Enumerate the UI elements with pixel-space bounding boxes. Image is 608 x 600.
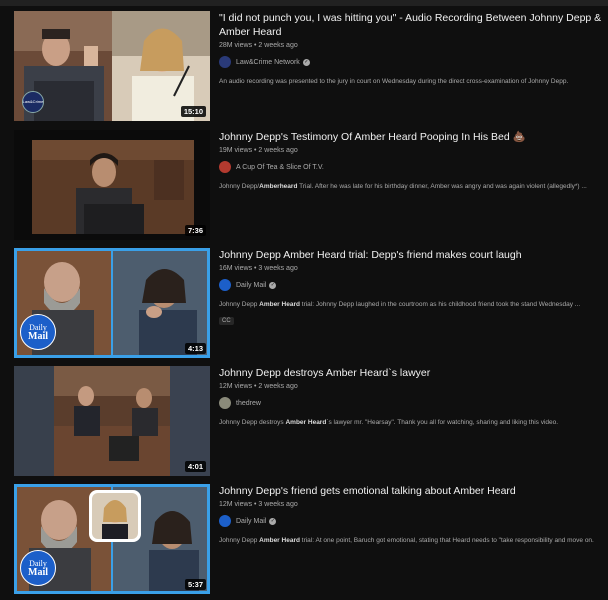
- video-result-5[interactable]: Daily Mail 5:37 Johnny Depp's friend get…: [14, 484, 604, 594]
- check-circle-icon: ✓: [269, 517, 277, 525]
- upload-age: 3 weeks ago: [258, 265, 298, 272]
- description-highlight: Amber Heard: [259, 301, 300, 308]
- channel-row[interactable]: A Cup Of Tea & Slice Of T.V.: [219, 161, 604, 173]
- closed-captions-badge: CC: [219, 317, 234, 325]
- description-highlight: Amber Heard: [285, 419, 327, 426]
- video-description: Johnny Depp Amber Heard trial: Johnny De…: [219, 300, 604, 309]
- thumbnail-image-2: [14, 130, 210, 240]
- video-duration: 5:37: [184, 579, 206, 590]
- video-result-2[interactable]: 7:36 Johnny Depp's Testimony Of Amber He…: [14, 130, 604, 240]
- video-title[interactable]: Johnny Depp Amber Heard trial: Depp's fr…: [219, 248, 604, 262]
- check-circle-icon: ✓: [269, 281, 277, 289]
- video-duration: 15:10: [180, 106, 206, 117]
- video-thumbnail-2[interactable]: 7:36: [14, 130, 210, 240]
- logo-line-2: Mail: [28, 567, 48, 578]
- description-text: Johnny Depp destroys: [219, 419, 286, 426]
- description-text: Johnny Depp: [219, 537, 260, 544]
- video-info-1: "I did not punch you, I was hitting you"…: [219, 11, 604, 86]
- channel-name[interactable]: Daily Mail: [236, 518, 266, 525]
- video-thumbnail-5[interactable]: Daily Mail 5:37: [14, 484, 210, 594]
- video-title[interactable]: Johnny Depp's friend gets emotional talk…: [219, 484, 604, 498]
- channel-row[interactable]: Daily Mail ✓: [219, 279, 604, 291]
- channel-name[interactable]: Daily Mail: [236, 282, 266, 289]
- video-result-3[interactable]: Daily Mail 4:13 Johnny Depp Amber Heard …: [14, 248, 604, 358]
- upload-age: 2 weeks ago: [258, 42, 298, 49]
- description-text: `s lawyer mr. "Hearsay". Thank you all f…: [326, 419, 559, 426]
- channel-avatar[interactable]: [219, 56, 231, 68]
- view-count: 19M views: [219, 147, 253, 154]
- video-title[interactable]: Johnny Depp destroys Amber Heard`s lawye…: [219, 366, 604, 380]
- description-text: Johnny Depp: [219, 301, 260, 308]
- description-highlight: Amberheard: [259, 183, 298, 190]
- video-meta: 12M views • 3 weeks ago: [219, 501, 604, 508]
- channel-avatar[interactable]: [219, 397, 231, 409]
- channel-name[interactable]: A Cup Of Tea & Slice Of T.V.: [236, 164, 324, 171]
- thumbnail-image-4: [14, 366, 210, 476]
- view-count: 16M views: [219, 265, 253, 272]
- daily-mail-logo: Daily Mail: [20, 314, 56, 350]
- video-description: Johnny Depp Amber Heard trial: At one po…: [219, 536, 604, 545]
- top-strip: [0, 0, 608, 6]
- video-info-2: Johnny Depp's Testimony Of Amber Heard P…: [219, 130, 604, 191]
- video-duration: 4:13: [184, 343, 206, 354]
- upload-age: 2 weeks ago: [258, 147, 298, 154]
- channel-avatar[interactable]: [219, 279, 231, 291]
- video-thumbnail-3[interactable]: Daily Mail 4:13: [14, 248, 210, 358]
- description-text: trial: Johnny Depp laughed in the courtr…: [299, 301, 581, 308]
- video-meta: 19M views • 2 weeks ago: [219, 147, 604, 154]
- video-duration: 4:01: [184, 461, 206, 472]
- channel-avatar[interactable]: [219, 515, 231, 527]
- video-duration: 7:36: [184, 225, 206, 236]
- video-description: Johnny Depp destroys Amber Heard`s lawye…: [219, 418, 604, 427]
- video-description: An audio recording was presented to the …: [219, 78, 569, 85]
- video-result-1[interactable]: Law&Crime 15:10 "I did not punch you, I …: [14, 11, 604, 121]
- video-info-5: Johnny Depp's friend gets emotional talk…: [219, 484, 604, 545]
- description-text: Trial. After he was late for his birthda…: [297, 183, 587, 190]
- video-title[interactable]: Johnny Depp's Testimony Of Amber Heard P…: [219, 130, 604, 144]
- view-count: 12M views: [219, 383, 253, 390]
- video-meta: 16M views • 3 weeks ago: [219, 265, 604, 272]
- description-text: Johnny Depp/: [219, 183, 260, 190]
- video-info-4: Johnny Depp destroys Amber Heard`s lawye…: [219, 366, 604, 427]
- check-circle-icon: ✓: [302, 58, 310, 66]
- description-text: trial: At one point, Baruch got emotiona…: [299, 537, 594, 544]
- daily-mail-logo: Daily Mail: [20, 550, 56, 586]
- channel-row[interactable]: Law&Crime Network ✓: [219, 56, 604, 68]
- video-title[interactable]: "I did not punch you, I was hitting you"…: [219, 11, 604, 39]
- channel-row[interactable]: Daily Mail ✓: [219, 515, 604, 527]
- channel-avatar[interactable]: [219, 161, 231, 173]
- video-result-4[interactable]: 4:01 Johnny Depp destroys Amber Heard`s …: [14, 366, 604, 476]
- view-count: 12M views: [219, 501, 253, 508]
- channel-name[interactable]: thedrew: [236, 400, 261, 407]
- logo-line-2: Mail: [28, 331, 48, 342]
- video-description: Johnny Depp/Amberheard Trial. After he w…: [219, 182, 604, 191]
- upload-age: 2 weeks ago: [258, 383, 298, 390]
- video-thumbnail-1[interactable]: Law&Crime 15:10: [14, 11, 210, 121]
- upload-age: 3 weeks ago: [258, 501, 298, 508]
- description-highlight: Amber Heard: [259, 537, 300, 544]
- video-info-3: Johnny Depp Amber Heard trial: Depp's fr…: [219, 248, 604, 327]
- view-count: 28M views: [219, 42, 253, 49]
- channel-row[interactable]: thedrew: [219, 397, 604, 409]
- video-meta: 12M views • 2 weeks ago: [219, 383, 604, 390]
- channel-name[interactable]: Law&Crime Network: [236, 59, 300, 66]
- video-thumbnail-4[interactable]: 4:01: [14, 366, 210, 476]
- law-crime-logo: Law&Crime: [22, 91, 44, 113]
- video-meta: 28M views • 2 weeks ago: [219, 42, 604, 49]
